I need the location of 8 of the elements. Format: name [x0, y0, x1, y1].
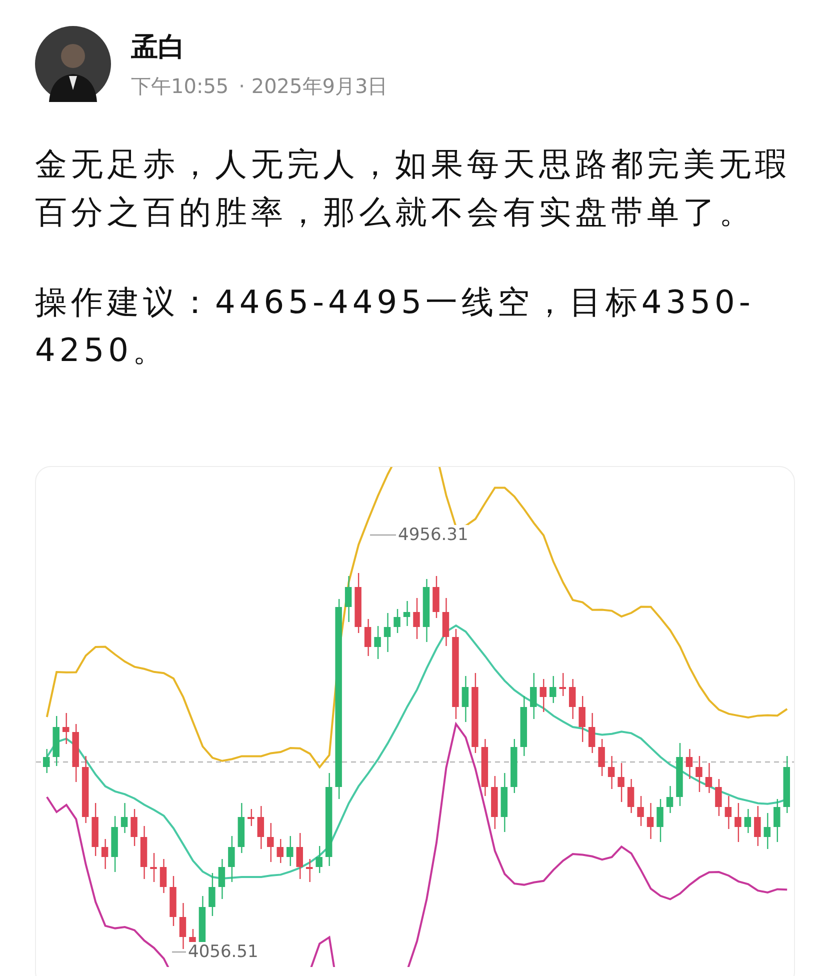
- post-text: 金无足赤，人无完人，如果每天思路都完美无瑕百分之百的胜率，那么就不会有实盘带单了。: [35, 144, 792, 233]
- post-text: 操作建议：4465-4495一线空，目标4350-4250。: [35, 282, 756, 371]
- low-price-label: 4056.51: [188, 942, 258, 962]
- leader-line: [370, 534, 396, 536]
- post-date: · 2025年9月3日: [238, 72, 388, 100]
- author-name[interactable]: 孟白: [131, 28, 388, 64]
- post-time: 下午10:55: [131, 72, 229, 100]
- avatar[interactable]: [35, 26, 111, 102]
